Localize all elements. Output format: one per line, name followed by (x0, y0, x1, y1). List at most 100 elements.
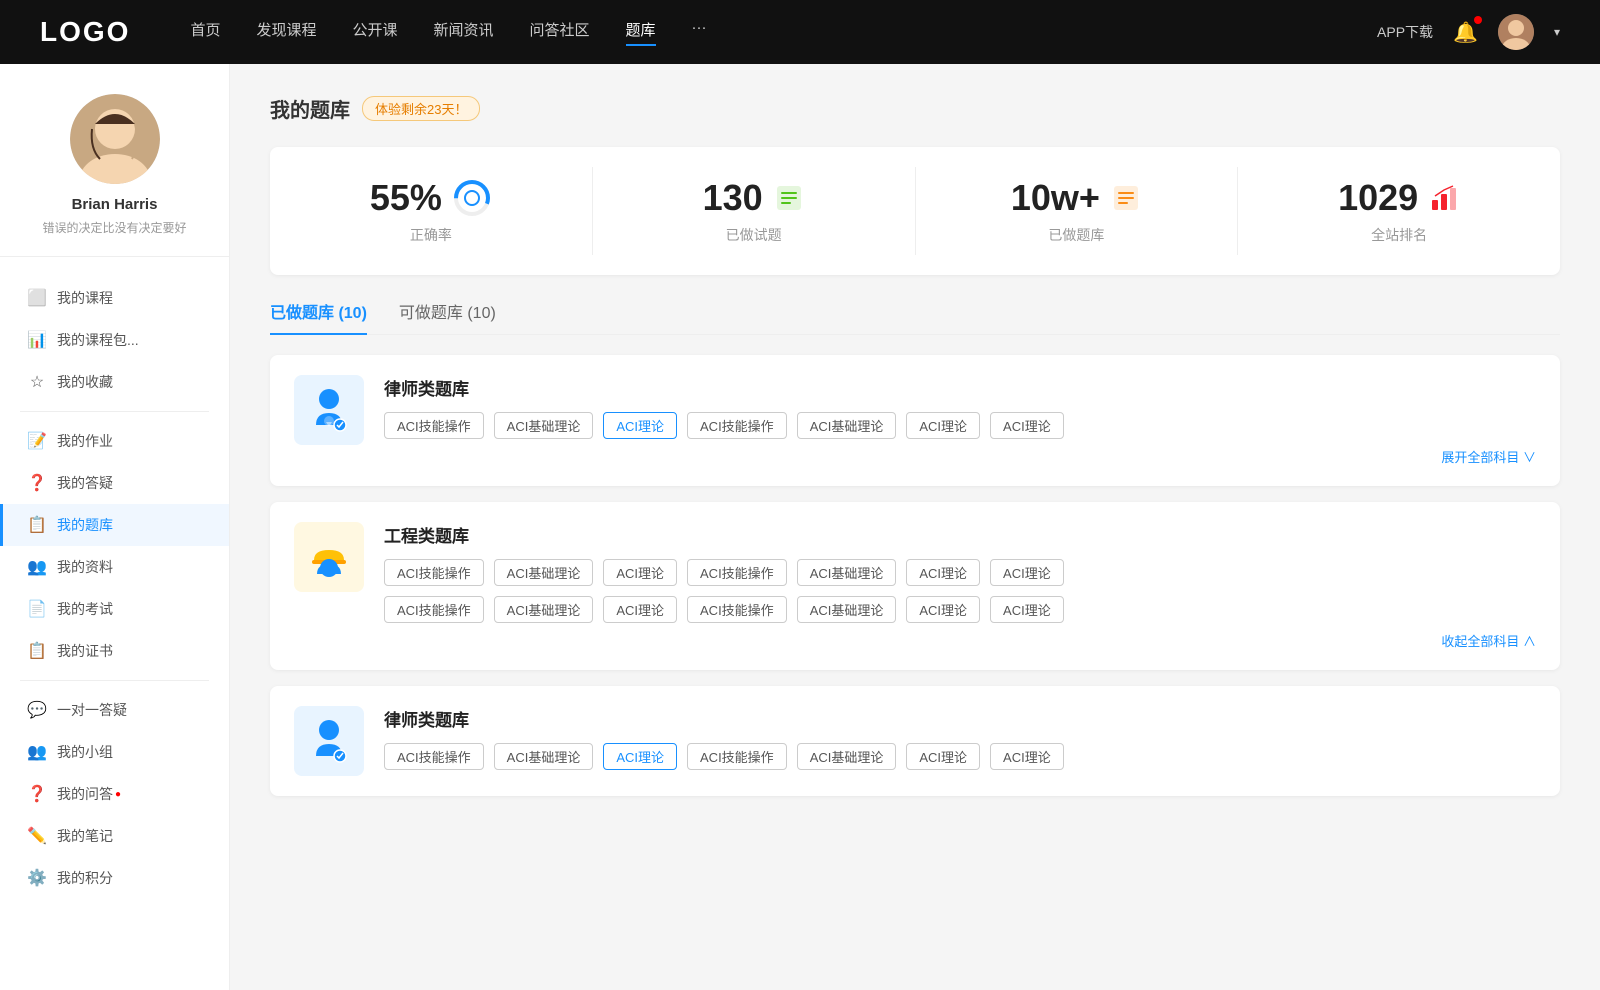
page-title: 我的题库 (270, 94, 350, 123)
page-wrapper: Brian Harris 错误的决定比没有决定要好 ⬜ 我的课程 📊 我的课程包… (0, 64, 1600, 990)
sidebar-item-certificate[interactable]: 📋 我的证书 (0, 630, 229, 672)
qbank-title-engineer-1: 工程类题库 (384, 522, 1536, 547)
sidebar-item-exam[interactable]: 📄 我的考试 (0, 588, 229, 630)
group-icon: 👥 (27, 742, 47, 762)
tag-engineer-2-6[interactable]: ACI理论 (990, 596, 1064, 623)
expand-link-lawyer-1[interactable]: 展开全部科目 ∨ (384, 447, 1536, 466)
course-packages-icon: 📊 (27, 330, 47, 350)
qbank-content-engineer-1: 工程类题库 ACI技能操作 ACI基础理论 ACI理论 ACI技能操作 ACI基… (384, 522, 1536, 650)
accuracy-chart-icon (452, 178, 492, 218)
stat-site-rank: 1029 全站排名 (1238, 167, 1560, 255)
nav-open-course[interactable]: 公开课 (352, 19, 397, 46)
nav-home[interactable]: 首页 (190, 19, 220, 46)
sidebar-label-answers: 我的答疑 (57, 473, 113, 493)
sidebar: Brian Harris 错误的决定比没有决定要好 ⬜ 我的课程 📊 我的课程包… (0, 64, 230, 990)
tag-engineer-2-0[interactable]: ACI技能操作 (384, 596, 484, 623)
engineer-icon-box-1 (294, 522, 364, 592)
tag-lawyer-2-1[interactable]: ACI基础理论 (494, 743, 594, 770)
sidebar-label-exam: 我的考试 (57, 599, 113, 619)
favorites-icon: ☆ (27, 372, 47, 392)
sidebar-label-favorites: 我的收藏 (57, 372, 113, 392)
sidebar-item-course-packages[interactable]: 📊 我的课程包... (0, 319, 229, 361)
sidebar-divider-1 (20, 411, 209, 412)
tag-engineer-1-3[interactable]: ACI技能操作 (687, 559, 787, 586)
tag-engineer-1-5[interactable]: ACI理论 (906, 559, 980, 586)
profile-icon: 👥 (27, 557, 47, 577)
sidebar-item-answers[interactable]: ❓ 我的答疑 (0, 462, 229, 504)
tags-row-engineer-1: ACI技能操作 ACI基础理论 ACI理论 ACI技能操作 ACI基础理论 AC… (384, 559, 1536, 586)
qbank-card-lawyer-2: 律师类题库 ACI技能操作 ACI基础理论 ACI理论 ACI技能操作 ACI基… (270, 686, 1560, 796)
trial-badge: 体验剩余23天！ (362, 96, 480, 121)
tag-engineer-1-0[interactable]: ACI技能操作 (384, 559, 484, 586)
tag-engineer-2-2[interactable]: ACI理论 (603, 596, 677, 623)
qbank-title-lawyer-1: 律师类题库 (384, 375, 1536, 400)
tag-engineer-2-4[interactable]: ACI基础理论 (797, 596, 897, 623)
sidebar-item-questions[interactable]: ❓ 我的问答 ● (0, 773, 229, 815)
tag-lawyer-2-3[interactable]: ACI技能操作 (687, 743, 787, 770)
main-content: 我的题库 体验剩余23天！ 55% 正确率 130 (230, 64, 1600, 990)
sidebar-item-group[interactable]: 👥 我的小组 (0, 731, 229, 773)
tag-lawyer-1-0[interactable]: ACI技能操作 (384, 412, 484, 439)
tag-lawyer-1-1[interactable]: ACI基础理论 (494, 412, 594, 439)
nav-links: 首页 发现课程 公开课 新闻资讯 问答社区 题库 ··· (190, 19, 1377, 46)
tag-lawyer-2-0[interactable]: ACI技能操作 (384, 743, 484, 770)
sidebar-divider-2 (20, 680, 209, 681)
certificate-icon: 📋 (27, 641, 47, 661)
lawyer-icon-1 (304, 385, 354, 435)
user-menu-chevron[interactable]: ▾ (1554, 25, 1560, 39)
tab-available-banks[interactable]: 可做题库 (10) (399, 299, 496, 335)
notification-icon[interactable]: 🔔 (1453, 20, 1478, 45)
sidebar-item-homework[interactable]: 📝 我的作业 (0, 420, 229, 462)
tag-lawyer-2-6[interactable]: ACI理论 (990, 743, 1064, 770)
tag-lawyer-2-2[interactable]: ACI理论 (603, 743, 677, 770)
tag-lawyer-1-6[interactable]: ACI理论 (990, 412, 1064, 439)
nav-news[interactable]: 新闻资讯 (434, 19, 494, 46)
qbank-content-lawyer-2: 律师类题库 ACI技能操作 ACI基础理论 ACI理论 ACI技能操作 ACI基… (384, 706, 1536, 770)
tag-engineer-2-3[interactable]: ACI技能操作 (687, 596, 787, 623)
sidebar-label-questions: 我的问答 (57, 784, 113, 804)
tag-engineer-2-5[interactable]: ACI理论 (906, 596, 980, 623)
stat-accuracy-label: 正确率 (410, 225, 452, 245)
stat-site-rank-value: 1029 (1338, 177, 1418, 219)
tags-row-lawyer-2: ACI技能操作 ACI基础理论 ACI理论 ACI技能操作 ACI基础理论 AC… (384, 743, 1536, 770)
sidebar-label-points: 我的积分 (57, 868, 113, 888)
tag-lawyer-1-2[interactable]: ACI理论 (603, 412, 677, 439)
sidebar-label-certificate: 我的证书 (57, 641, 113, 661)
app-download-link[interactable]: APP下载 (1377, 22, 1433, 42)
tag-lawyer-2-4[interactable]: ACI基础理论 (797, 743, 897, 770)
tag-engineer-1-1[interactable]: ACI基础理论 (494, 559, 594, 586)
tag-engineer-1-4[interactable]: ACI基础理论 (797, 559, 897, 586)
stat-site-rank-label: 全站排名 (1371, 225, 1427, 245)
sidebar-item-question-bank[interactable]: 📋 我的题库 (0, 504, 229, 546)
sidebar-label-courses: 我的课程 (57, 288, 113, 308)
one-on-one-icon: 💬 (27, 700, 47, 720)
sidebar-item-points[interactable]: ⚙️ 我的积分 (0, 857, 229, 899)
profile-area: Brian Harris 错误的决定比没有决定要好 (0, 94, 229, 257)
tag-engineer-2-1[interactable]: ACI基础理论 (494, 596, 594, 623)
sidebar-item-favorites[interactable]: ☆ 我的收藏 (0, 361, 229, 403)
nav-discover[interactable]: 发现课程 (256, 19, 316, 46)
tag-lawyer-1-5[interactable]: ACI理论 (906, 412, 980, 439)
user-avatar[interactable] (1498, 14, 1534, 50)
tag-lawyer-1-3[interactable]: ACI技能操作 (687, 412, 787, 439)
tag-engineer-1-2[interactable]: ACI理论 (603, 559, 677, 586)
sidebar-item-courses[interactable]: ⬜ 我的课程 (0, 277, 229, 319)
top-navigation: LOGO 首页 发现课程 公开课 新闻资讯 问答社区 题库 ··· APP下载 … (0, 0, 1600, 64)
topnav-right: APP下载 🔔 ▾ (1377, 14, 1560, 50)
done-banks-icon (1110, 182, 1142, 214)
tags-row2-engineer-1: ACI技能操作 ACI基础理论 ACI理论 ACI技能操作 ACI基础理论 AC… (384, 596, 1536, 623)
tab-done-banks[interactable]: 已做题库 (10) (270, 299, 367, 335)
profile-name: Brian Harris (72, 196, 158, 213)
tag-lawyer-1-4[interactable]: ACI基础理论 (797, 412, 897, 439)
sidebar-item-notes[interactable]: ✏️ 我的笔记 (0, 815, 229, 857)
nav-more[interactable]: ··· (692, 19, 707, 46)
tag-engineer-1-6[interactable]: ACI理论 (990, 559, 1064, 586)
tag-lawyer-2-5[interactable]: ACI理论 (906, 743, 980, 770)
sidebar-item-one-on-one[interactable]: 💬 一对一答疑 (0, 689, 229, 731)
sidebar-item-profile[interactable]: 👥 我的资料 (0, 546, 229, 588)
nav-qa[interactable]: 问答社区 (530, 19, 590, 46)
question-bank-icon: 📋 (27, 515, 47, 535)
lawyer-icon-box-1 (294, 375, 364, 445)
nav-question-bank[interactable]: 题库 (626, 19, 656, 46)
collapse-link-engineer-1[interactable]: 收起全部科目 ∧ (384, 631, 1536, 650)
